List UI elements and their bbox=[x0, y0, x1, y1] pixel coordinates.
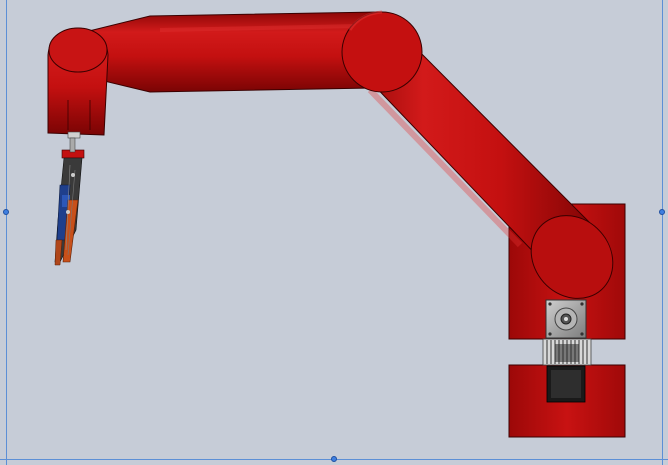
robot-arm-model[interactable] bbox=[0, 0, 668, 465]
selection-handle-left[interactable] bbox=[3, 209, 9, 215]
cad-viewport[interactable] bbox=[0, 0, 668, 465]
gripper-end-effector[interactable] bbox=[54, 131, 85, 266]
selection-handle-right[interactable] bbox=[659, 209, 665, 215]
stepper-motor-shoulder[interactable] bbox=[545, 299, 587, 339]
selection-handle-bottom[interactable] bbox=[331, 456, 337, 462]
upper-arm-link[interactable] bbox=[84, 11, 379, 93]
gear-coupling[interactable] bbox=[542, 338, 592, 366]
wrist-link[interactable] bbox=[47, 27, 109, 136]
stepper-motor-base[interactable] bbox=[546, 365, 586, 403]
elbow-joint[interactable] bbox=[341, 10, 423, 93]
